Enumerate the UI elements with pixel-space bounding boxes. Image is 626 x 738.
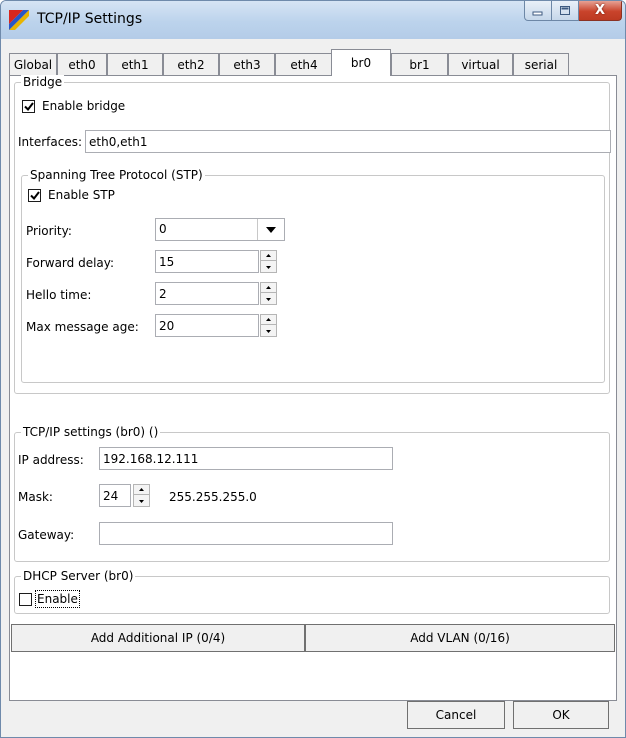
priority-dropdown-button[interactable]	[257, 219, 284, 240]
hello-time-spinner[interactable]	[260, 282, 277, 305]
close-button[interactable]: X	[579, 1, 622, 21]
spin-down-icon[interactable]	[134, 496, 149, 506]
dhcp-server-group: DHCP Server (br0) Enable	[14, 569, 610, 614]
bridge-legend: Bridge	[21, 75, 65, 89]
minimize-button[interactable]	[524, 1, 552, 21]
tab-panel-br0: Bridge Enable bridge Interfaces: Spannin…	[9, 75, 617, 701]
interfaces-input[interactable]	[85, 130, 611, 153]
enable-stp-checkbox[interactable]: Enable STP	[28, 188, 115, 202]
max-age-label: Max message age:	[26, 320, 139, 334]
ok-button[interactable]: OK	[513, 701, 609, 729]
tcpip-settings-group: TCP/IP settings (br0) () IP address: Mas…	[14, 425, 610, 562]
spin-down-icon[interactable]	[261, 326, 276, 336]
enable-stp-label: Enable STP	[48, 188, 115, 202]
tab-eth4[interactable]: eth4	[275, 53, 333, 75]
chevron-down-icon	[266, 226, 276, 233]
ip-address-input[interactable]	[99, 447, 393, 470]
spin-up-icon[interactable]	[261, 315, 276, 325]
tab-strip: Global eth0 eth1 eth2 eth3 eth4 br0 br1 …	[9, 47, 617, 76]
spin-down-icon[interactable]	[261, 262, 276, 272]
maximize-button[interactable]	[552, 1, 579, 21]
checkmark-icon	[29, 190, 40, 200]
tab-virtual[interactable]: virtual	[448, 53, 513, 75]
dhcp-legend: DHCP Server (br0)	[21, 569, 136, 583]
enable-bridge-label: Enable bridge	[42, 99, 126, 113]
maximize-icon	[560, 6, 570, 15]
spin-down-icon[interactable]	[261, 294, 276, 304]
tab-br0[interactable]: br0	[331, 49, 391, 76]
forward-delay-label: Forward delay:	[26, 256, 115, 270]
forward-delay-spinner[interactable]	[260, 250, 277, 273]
tcpip-legend: TCP/IP settings (br0) ()	[21, 425, 161, 439]
checkbox-box[interactable]	[22, 99, 35, 113]
tab-eth3[interactable]: eth3	[219, 53, 275, 75]
tab-br1[interactable]: br1	[391, 53, 448, 75]
dhcp-enable-label: Enable	[35, 590, 80, 608]
dialog-client-area: Global eth0 eth1 eth2 eth3 eth4 br0 br1 …	[9, 39, 617, 731]
checkbox-box[interactable]	[19, 592, 32, 606]
ip-address-label: IP address:	[18, 453, 84, 467]
bridge-group: Bridge Enable bridge Interfaces: Spannin…	[14, 75, 611, 394]
cancel-button[interactable]: Cancel	[407, 701, 505, 729]
add-additional-ip-button[interactable]: Add Additional IP (0/4)	[11, 624, 305, 652]
priority-select[interactable]: 0	[155, 218, 285, 241]
gateway-input[interactable]	[99, 522, 393, 545]
gateway-label: Gateway:	[18, 528, 75, 542]
app-icon	[9, 10, 29, 30]
mask-dotted-value: 255.255.255.0	[169, 490, 257, 504]
checkbox-box[interactable]	[28, 188, 41, 202]
tab-eth2[interactable]: eth2	[163, 53, 219, 75]
tab-global[interactable]: Global	[9, 53, 57, 75]
max-age-input[interactable]	[155, 314, 259, 337]
mask-label: Mask:	[18, 490, 53, 504]
title-bar[interactable]: TCP/IP Settings X	[1, 1, 625, 39]
tab-serial[interactable]: serial	[513, 53, 569, 75]
interfaces-label: Interfaces:	[18, 135, 83, 149]
forward-delay-input[interactable]	[155, 250, 259, 273]
spin-up-icon[interactable]	[261, 251, 276, 261]
spin-up-icon[interactable]	[134, 485, 149, 495]
stp-group: Spanning Tree Protocol (STP) Enable STP …	[21, 168, 605, 383]
tcpip-settings-window: TCP/IP Settings X Global eth0 eth1 eth2 …	[0, 0, 626, 738]
dhcp-enable-checkbox[interactable]: Enable	[19, 590, 80, 608]
priority-value: 0	[159, 222, 167, 236]
hello-time-input[interactable]	[155, 282, 259, 305]
spin-up-icon[interactable]	[261, 283, 276, 293]
tab-eth0[interactable]: eth0	[57, 53, 107, 75]
priority-label: Priority:	[26, 224, 72, 238]
window-title: TCP/IP Settings	[37, 11, 143, 27]
dialog-footer: Cancel OK	[9, 701, 617, 731]
minimize-icon	[532, 11, 543, 15]
enable-bridge-checkbox[interactable]: Enable bridge	[22, 99, 125, 113]
close-icon: X	[594, 3, 606, 18]
tab-eth1[interactable]: eth1	[107, 53, 163, 75]
stp-legend: Spanning Tree Protocol (STP)	[28, 168, 205, 182]
hello-time-label: Hello time:	[26, 288, 92, 302]
max-age-spinner[interactable]	[260, 314, 277, 337]
mask-input[interactable]	[99, 484, 131, 507]
add-vlan-button[interactable]: Add VLAN (0/16)	[305, 624, 615, 652]
checkmark-icon	[23, 101, 34, 111]
mask-spinner[interactable]	[133, 484, 150, 507]
